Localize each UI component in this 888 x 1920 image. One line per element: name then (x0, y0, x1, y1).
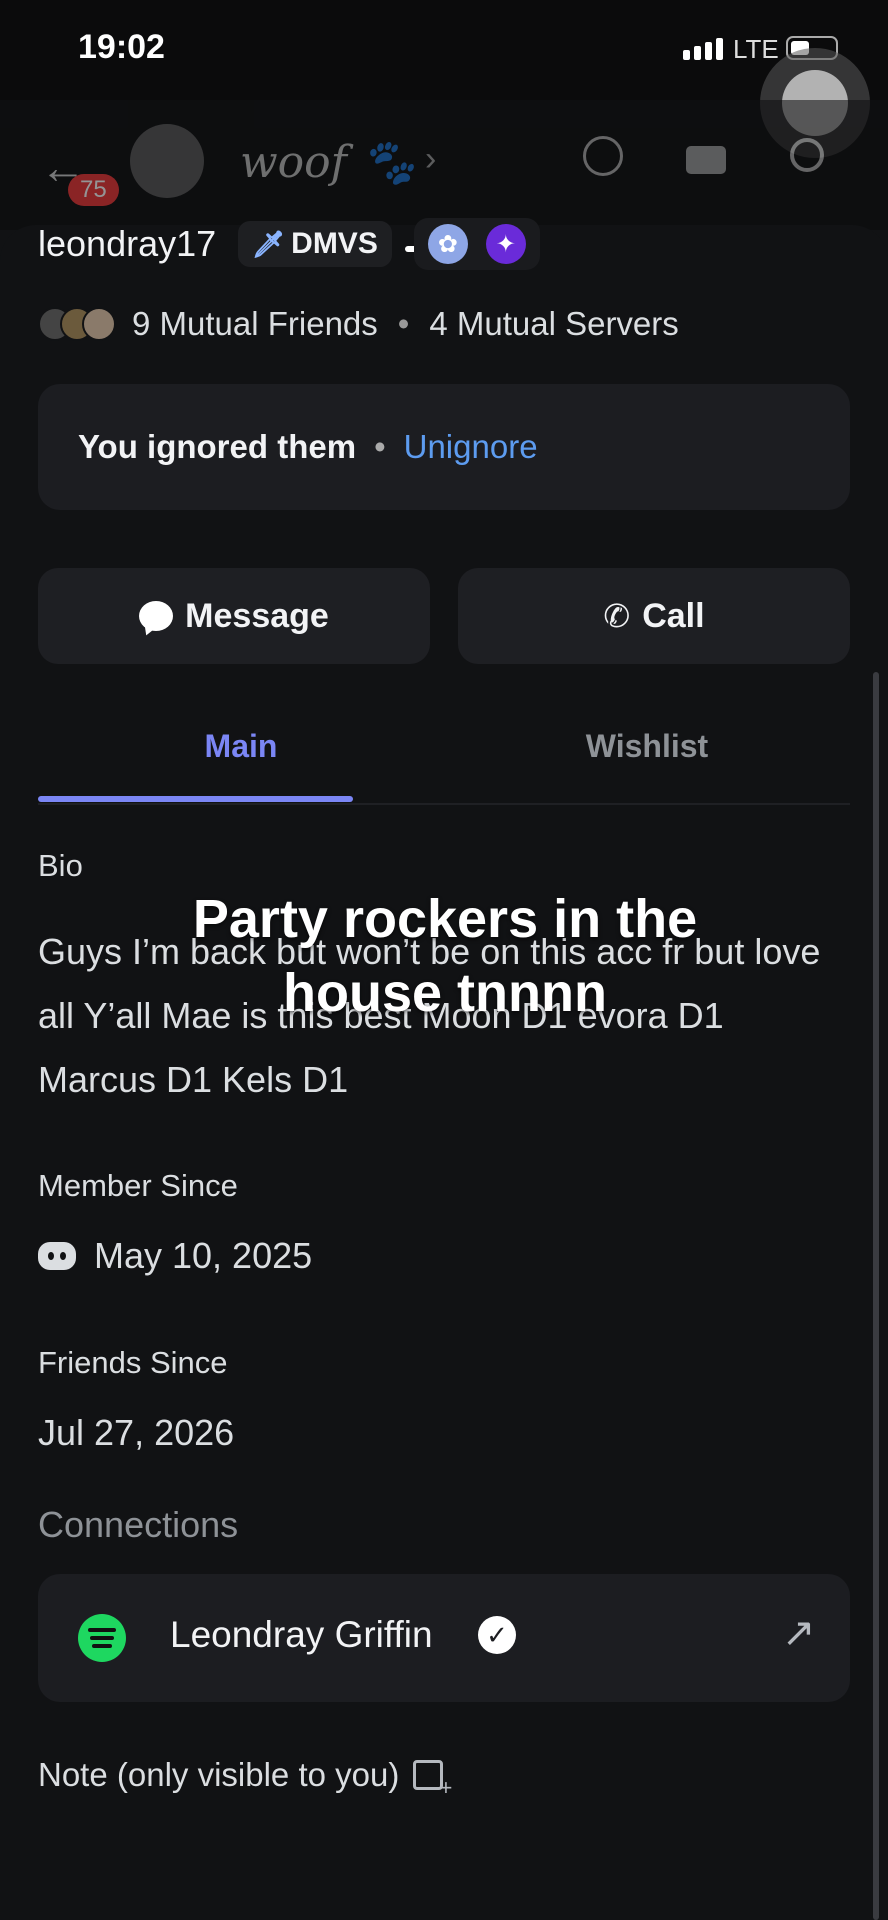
bio-label: Bio (38, 848, 83, 883)
active-tab-indicator (38, 796, 353, 802)
search-icon[interactable] (790, 138, 824, 172)
profile-tabs: Main Wishlist (38, 700, 850, 805)
connection-name: Leondray Griffin (170, 1614, 433, 1655)
video-call-icon[interactable] (686, 146, 726, 174)
network-label: LTE (733, 34, 779, 64)
signal-icon (683, 38, 723, 60)
laurel-badge-icon[interactable]: ✿ (427, 224, 468, 264)
voice-call-icon[interactable] (583, 136, 623, 176)
profile-screen: 19:02 LTE ← 75 woof 🐾 › leondray17 🗡 DMV… (0, 0, 888, 1920)
separator-dot: • (374, 428, 386, 465)
add-note-icon[interactable] (413, 1760, 452, 1801)
guild-tag-label: DMVS (291, 227, 378, 260)
member-since-date: May 10, 2025 (94, 1235, 313, 1276)
mutual-servers[interactable]: 4 Mutual Servers (429, 305, 678, 343)
username: leondray17 (38, 223, 217, 264)
unignore-link[interactable]: Unignore (404, 428, 538, 466)
note-label: Note (only visible to you) (38, 1756, 400, 1793)
sword-icon: 🗡 (252, 228, 286, 259)
call-label: Call (642, 596, 705, 635)
message-button[interactable]: Message (38, 568, 430, 664)
status-time: 19:02 (78, 28, 165, 66)
mutual-avatars (38, 307, 116, 341)
member-since-label: Member Since (38, 1168, 238, 1203)
member-since-row: May 10, 2025 (38, 1235, 312, 1277)
chevron-right-icon[interactable]: › (425, 140, 436, 179)
quest-badge-icon[interactable]: ✦ (485, 224, 526, 264)
tab-main[interactable]: Main (38, 700, 444, 803)
connections-label: Connections (38, 1504, 239, 1545)
phone-icon: ✆ (603, 598, 631, 634)
mutual-friends[interactable]: 9 Mutual Friends (132, 305, 378, 343)
separator-dot: • (397, 305, 410, 342)
profile-badges: ✿ ✦ (413, 218, 540, 270)
friends-since-row: Jul 27, 2026 (38, 1412, 234, 1454)
ignored-banner: You ignored them • Unignore (38, 384, 850, 510)
tab-wishlist[interactable]: Wishlist (444, 700, 850, 803)
connection-card-spotify[interactable]: Leondray Griffin ✓ ↗ (38, 1574, 850, 1702)
channel-avatar[interactable] (130, 124, 204, 198)
video-caption-overlay: Party rockers in the house tnnnn (192, 889, 698, 1023)
scrollbar[interactable] (873, 672, 879, 1920)
friends-since-date: Jul 27, 2026 (38, 1412, 235, 1453)
message-label: Message (185, 596, 329, 635)
status-bar: 19:02 LTE (0, 0, 888, 100)
verified-check-icon: ✓ (478, 1616, 516, 1654)
note-row[interactable]: Note (only visible to you) (38, 1756, 452, 1801)
channel-header: ← 75 woof 🐾 › (0, 100, 888, 230)
ignored-text: You ignored them (78, 428, 357, 465)
channel-name[interactable]: woof 🐾 (240, 136, 416, 188)
username-row: leondray17 🗡 DMVS ✿ ✦ (38, 218, 540, 270)
call-button[interactable]: ✆ Call (458, 568, 850, 664)
discord-icon (38, 1242, 76, 1270)
mutuals-row[interactable]: 9 Mutual Friends • 4 Mutual Servers (38, 305, 679, 343)
friends-since-label: Friends Since (38, 1345, 228, 1380)
chat-bubble-icon (139, 601, 174, 631)
unread-badge: 75 (68, 174, 119, 206)
guild-tag[interactable]: 🗡 DMVS (238, 221, 392, 267)
external-link-arrow-icon[interactable]: ↗ (782, 1610, 816, 1656)
spotify-icon (78, 1614, 126, 1662)
